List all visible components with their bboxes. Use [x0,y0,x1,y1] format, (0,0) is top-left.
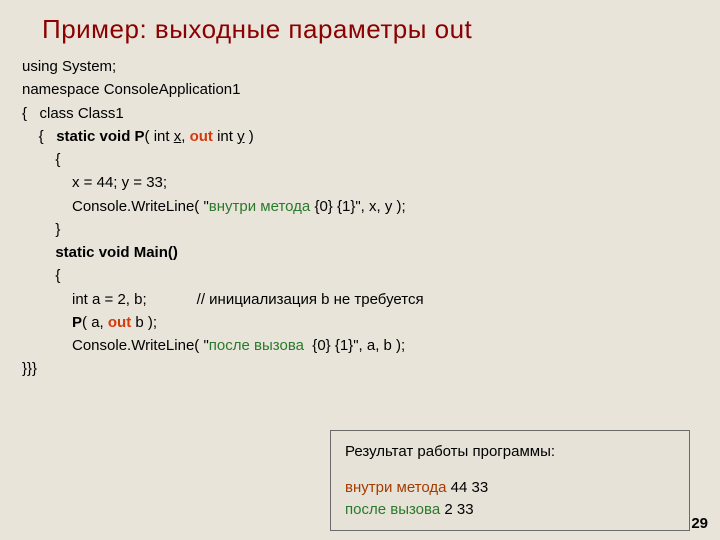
page-number: 29 [691,515,708,532]
code-line: int a = 2, b; // инициализация b не треб… [22,288,720,311]
code-line: Console.WriteLine( "после вызова {0} {1}… [22,334,720,357]
code-line: } [22,218,720,241]
result-heading: Результат работы программы: [345,441,675,463]
slide-title: Пример: выходные параметры out [0,0,720,53]
code-line: { [22,264,720,287]
code-line: using System; [22,55,720,78]
result-line: после вызова 2 33 [345,499,675,521]
main-method: static void Main() [55,244,178,261]
call-p: P [72,314,82,331]
out-keyword: out [190,128,213,145]
code-line: P( a, out b ); [22,311,720,334]
method-sig: static void P [56,128,144,145]
code-line: { static void P( int x, out int y ) [22,125,720,148]
string-literal: после вызова [209,337,304,354]
string-literal: внутри метода [209,198,310,215]
code-line: { [22,148,720,171]
code-line: static void Main() [22,241,720,264]
code-line: namespace ConsoleApplication1 [22,78,720,101]
code-line: { class Class1 [22,102,720,125]
result-line: внутри метода 44 33 [345,477,675,499]
code-line: x = 44; y = 33; [22,171,720,194]
code-line: }}} [22,357,720,380]
param-y: y [237,128,245,145]
out-keyword: out [108,314,131,331]
code-line: Console.WriteLine( "внутри метода {0} {1… [22,195,720,218]
code-example: using System; namespace ConsoleApplicati… [0,53,720,381]
result-box: Результат работы программы: внутри метод… [330,430,690,531]
